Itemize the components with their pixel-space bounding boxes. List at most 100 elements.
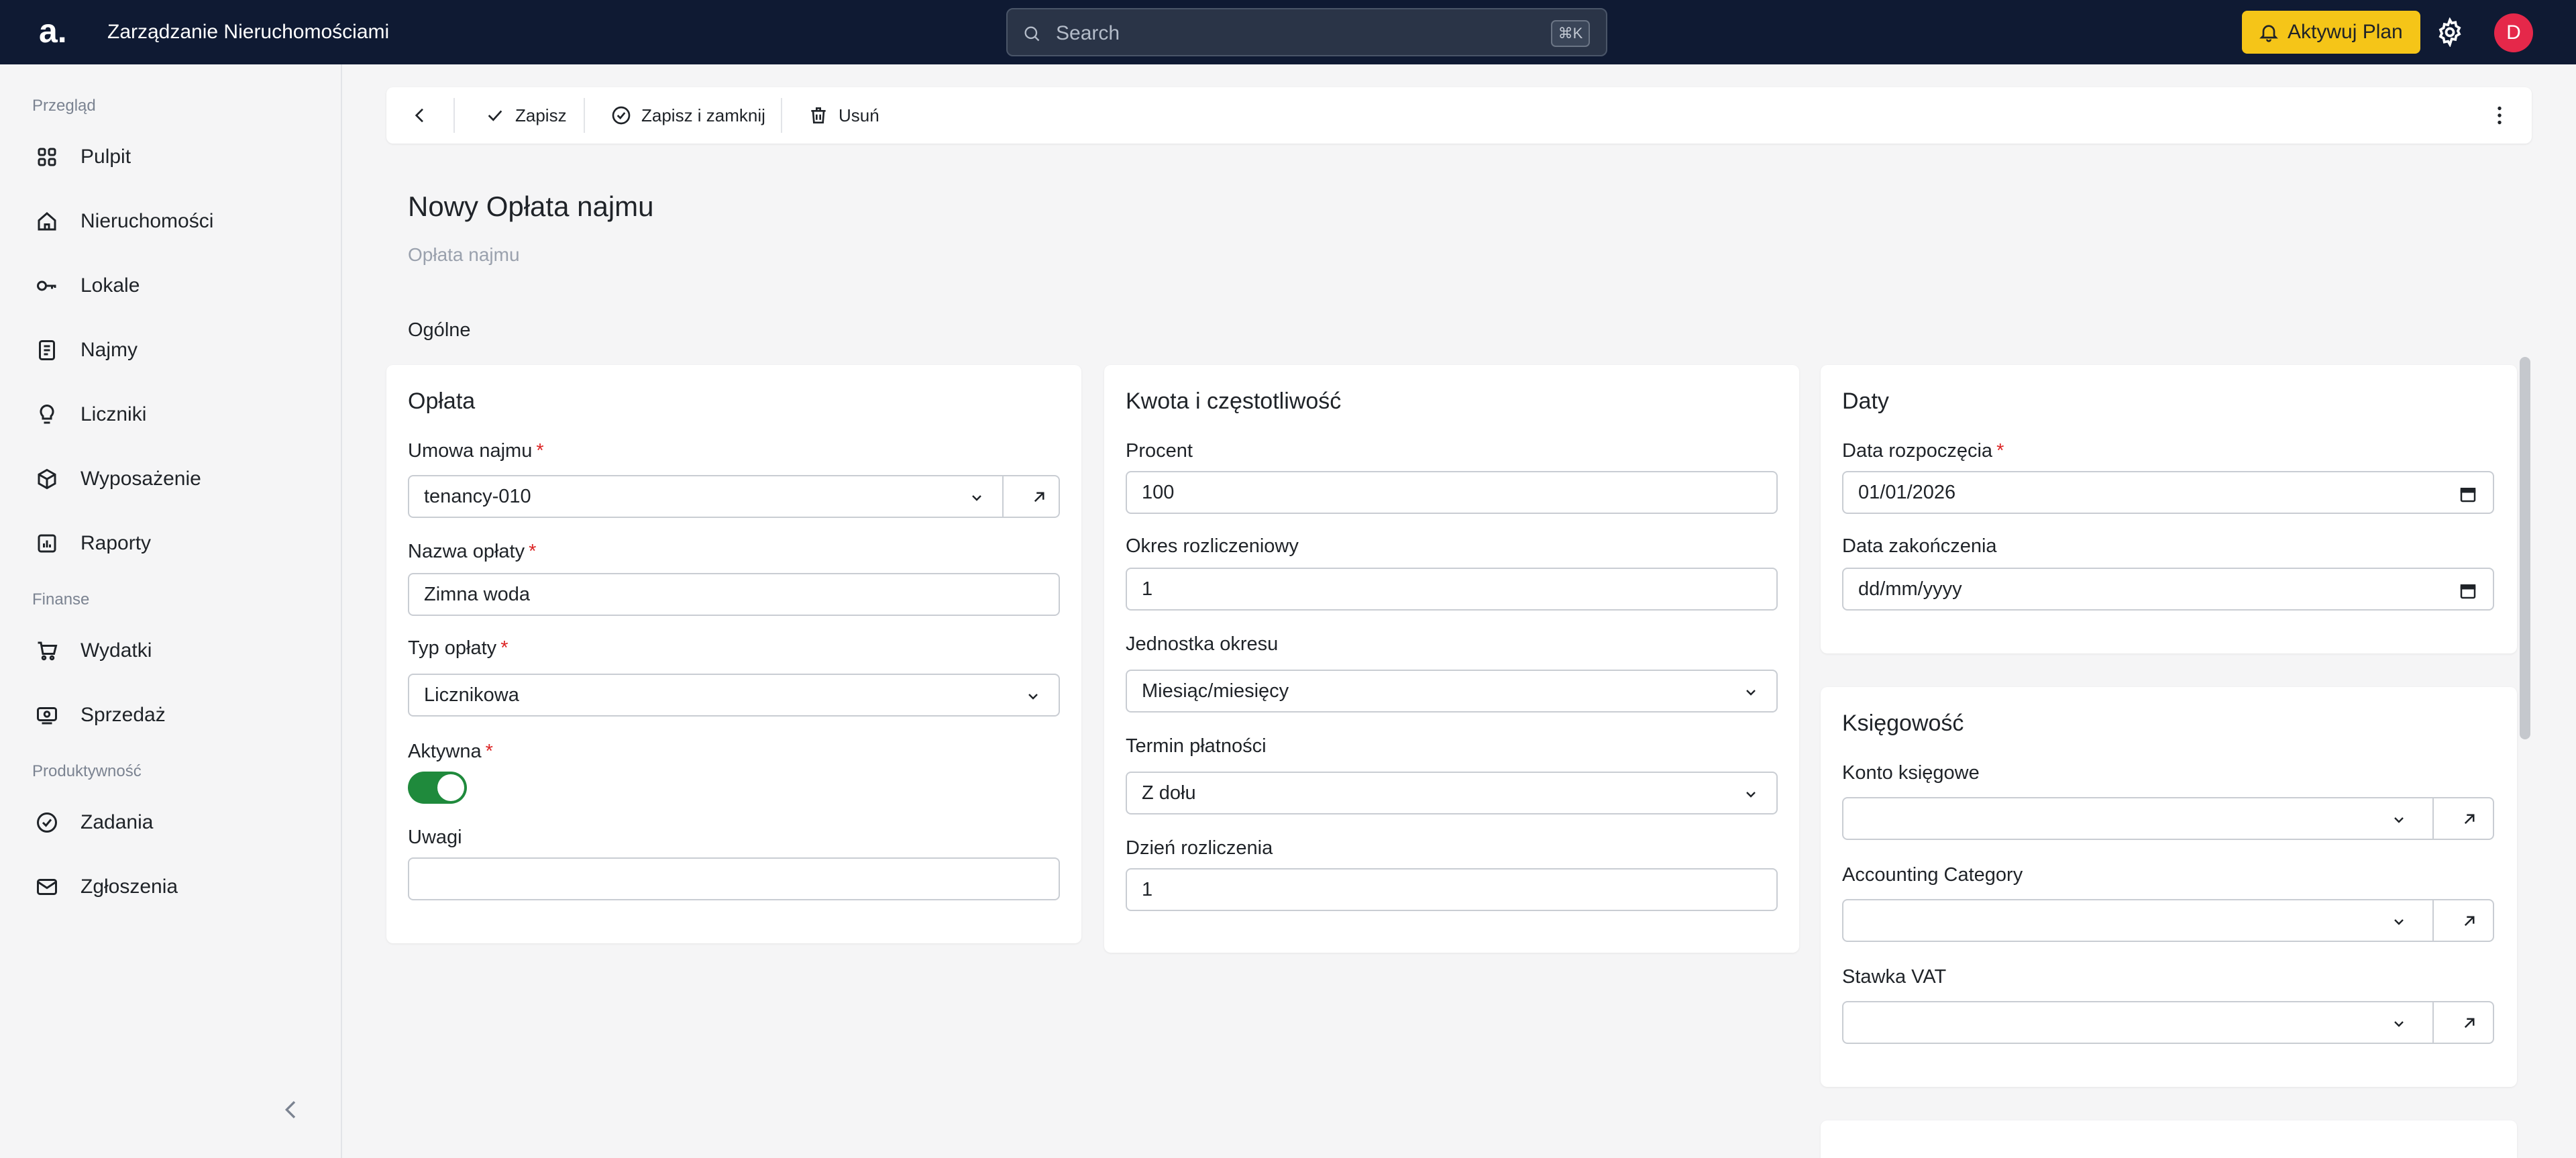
chevron-down-icon — [972, 495, 981, 501]
billing-period-input[interactable]: 1 — [1126, 568, 1778, 611]
form-toolbar: Zapisz Zapisz i zamknij Usuń — [386, 87, 2532, 144]
calendar-icon[interactable] — [2458, 581, 2478, 601]
trash-icon — [811, 107, 826, 123]
app-title: Zarządzanie Nieruchomościami — [107, 21, 390, 43]
fee-type-label: Typ opłaty * — [408, 637, 508, 659]
external-link-icon[interactable] — [2459, 809, 2479, 829]
grid-icon — [38, 148, 56, 166]
user-avatar[interactable]: D — [2494, 13, 2533, 52]
start-date-label: Data rozpoczęcia * — [1842, 440, 2004, 462]
search-icon — [1024, 26, 1040, 42]
sidebar-item-label: Wyposażenie — [80, 468, 201, 490]
fee-name-input[interactable]: Zimna woda — [408, 573, 1060, 616]
sidebar-item-raporty[interactable]: Raporty — [27, 519, 322, 568]
sidebar-item-wyposazenie[interactable]: Wyposażenie — [27, 455, 322, 503]
sidebar-item-zadania[interactable]: Zadania — [27, 798, 322, 847]
sidebar-item-label: Pulpit — [80, 146, 131, 168]
sidebar-item-label: Najmy — [80, 339, 138, 361]
ledger-account-select[interactable] — [1842, 797, 2494, 840]
payment-term-select[interactable]: Z dołu — [1126, 772, 1778, 814]
percent-input[interactable]: 100 — [1126, 471, 1778, 514]
billing-day-input[interactable]: 1 — [1126, 868, 1778, 911]
tenancy-value: tenancy-010 — [424, 486, 531, 507]
chevron-down-icon — [1028, 694, 1038, 700]
accounting-category-select[interactable] — [1842, 899, 2494, 942]
sidebar-item-label: Lokale — [80, 274, 140, 297]
search-input[interactable]: Search ⌘K — [1006, 8, 1607, 56]
card-title: Księgowość — [1842, 710, 1964, 736]
tenancy-select[interactable]: tenancy-010 — [408, 475, 1060, 518]
fee-type-value: Licznikowa — [424, 684, 519, 706]
end-date-label: Data zakończenia — [1842, 535, 1997, 557]
tenancy-label: Umowa najmu * — [408, 440, 544, 462]
sidebar-item-label: Zgłoszenia — [80, 876, 178, 898]
activate-plan-button[interactable]: Aktywuj Plan — [2242, 11, 2420, 54]
end-date-input[interactable]: dd/mm/yyyy — [1842, 568, 2494, 611]
collapse-sidebar-icon[interactable] — [278, 1096, 305, 1123]
percent-label: Procent — [1126, 440, 1193, 462]
sidebar-item-nieruchomosci[interactable]: Nieruchomości — [27, 197, 322, 246]
field-divider — [1002, 476, 1004, 517]
page-title: Nowy Opłata najmu — [408, 191, 654, 222]
fee-type-select[interactable]: Licznikowa — [408, 674, 1060, 717]
search-placeholder: Search — [1056, 22, 1120, 44]
cart-icon — [38, 641, 58, 661]
top-bar: a. Zarządzanie Nieruchomościami Search ⌘… — [0, 0, 2576, 64]
sidebar-item-sprzedaz[interactable]: Sprzedaż — [27, 691, 322, 739]
mail-icon — [37, 879, 57, 895]
save-button[interactable]: Zapisz — [484, 95, 572, 136]
start-date-input[interactable]: 01/01/2026 — [1842, 471, 2494, 514]
check-circle-icon — [37, 812, 57, 833]
sidebar-item-lokale[interactable]: Lokale — [27, 262, 322, 310]
card-title: Daty — [1842, 388, 1889, 414]
content-scrollbar[interactable] — [2520, 357, 2530, 739]
active-toggle[interactable] — [408, 772, 467, 804]
delete-button[interactable]: Usuń — [808, 95, 888, 136]
fee-card: Opłata Umowa najmu * tenancy-010 Nazwa op… — [386, 365, 1081, 943]
chevron-down-icon — [2394, 919, 2404, 925]
sidebar-item-wydatki[interactable]: Wydatki — [27, 627, 322, 675]
toolbar-divider — [453, 98, 455, 133]
sidebar-item-pulpit[interactable]: Pulpit — [27, 133, 322, 181]
sidebar-item-liczniki[interactable]: Liczniki — [27, 390, 322, 439]
ledger-account-label: Konto księgowe — [1842, 762, 1980, 784]
billing-period-value: 1 — [1142, 578, 1153, 600]
external-link-icon[interactable] — [1029, 487, 1049, 507]
more-vertical-icon[interactable] — [2487, 103, 2512, 127]
calendar-icon[interactable] — [2458, 484, 2478, 505]
chevron-down-icon — [2394, 1021, 2404, 1027]
sidebar-item-label: Liczniki — [80, 403, 147, 425]
sidebar-section-productivity: Produktywność — [32, 762, 142, 780]
card-title: Opłata — [408, 388, 476, 414]
house-icon — [38, 212, 56, 231]
next-card-edge — [1821, 1120, 2517, 1158]
billing-day-value: 1 — [1142, 879, 1153, 900]
vat-rate-select[interactable] — [1842, 1001, 2494, 1044]
back-icon[interactable] — [409, 105, 431, 126]
sidebar: Przegląd Pulpit Nieruchomości Lokale Naj… — [0, 64, 342, 1158]
app-logo[interactable]: a. — [39, 12, 67, 50]
gear-icon[interactable] — [2435, 17, 2465, 47]
toolbar-divider — [584, 98, 585, 133]
notes-label: Uwagi — [408, 827, 462, 848]
external-link-icon[interactable] — [2459, 911, 2479, 931]
box-icon — [38, 468, 56, 490]
cash-icon — [37, 707, 57, 725]
sidebar-item-zgloszenia[interactable]: Zgłoszenia — [27, 863, 322, 911]
sidebar-item-label: Zadania — [80, 811, 154, 833]
payment-term-value: Z dołu — [1142, 782, 1196, 804]
search-shortcut-badge: ⌘K — [1551, 20, 1590, 47]
check-circle-icon — [612, 106, 631, 125]
vat-rate-label: Stawka VAT — [1842, 966, 1947, 988]
key-icon — [37, 280, 56, 291]
sidebar-section-overview: Przegląd — [32, 97, 96, 115]
save-and-close-button[interactable]: Zapisz i zamknij — [610, 95, 771, 136]
external-link-icon[interactable] — [2459, 1013, 2479, 1033]
period-unit-select[interactable]: Miesiąc/miesięcy — [1126, 670, 1778, 713]
start-date-value: 01/01/2026 — [1858, 482, 1956, 503]
billing-period-label: Okres rozliczeniowy — [1126, 535, 1299, 557]
check-icon — [488, 110, 502, 121]
notes-input[interactable] — [408, 857, 1060, 900]
chevron-down-icon — [1746, 690, 1756, 696]
sidebar-item-najmy[interactable]: Najmy — [27, 326, 322, 374]
